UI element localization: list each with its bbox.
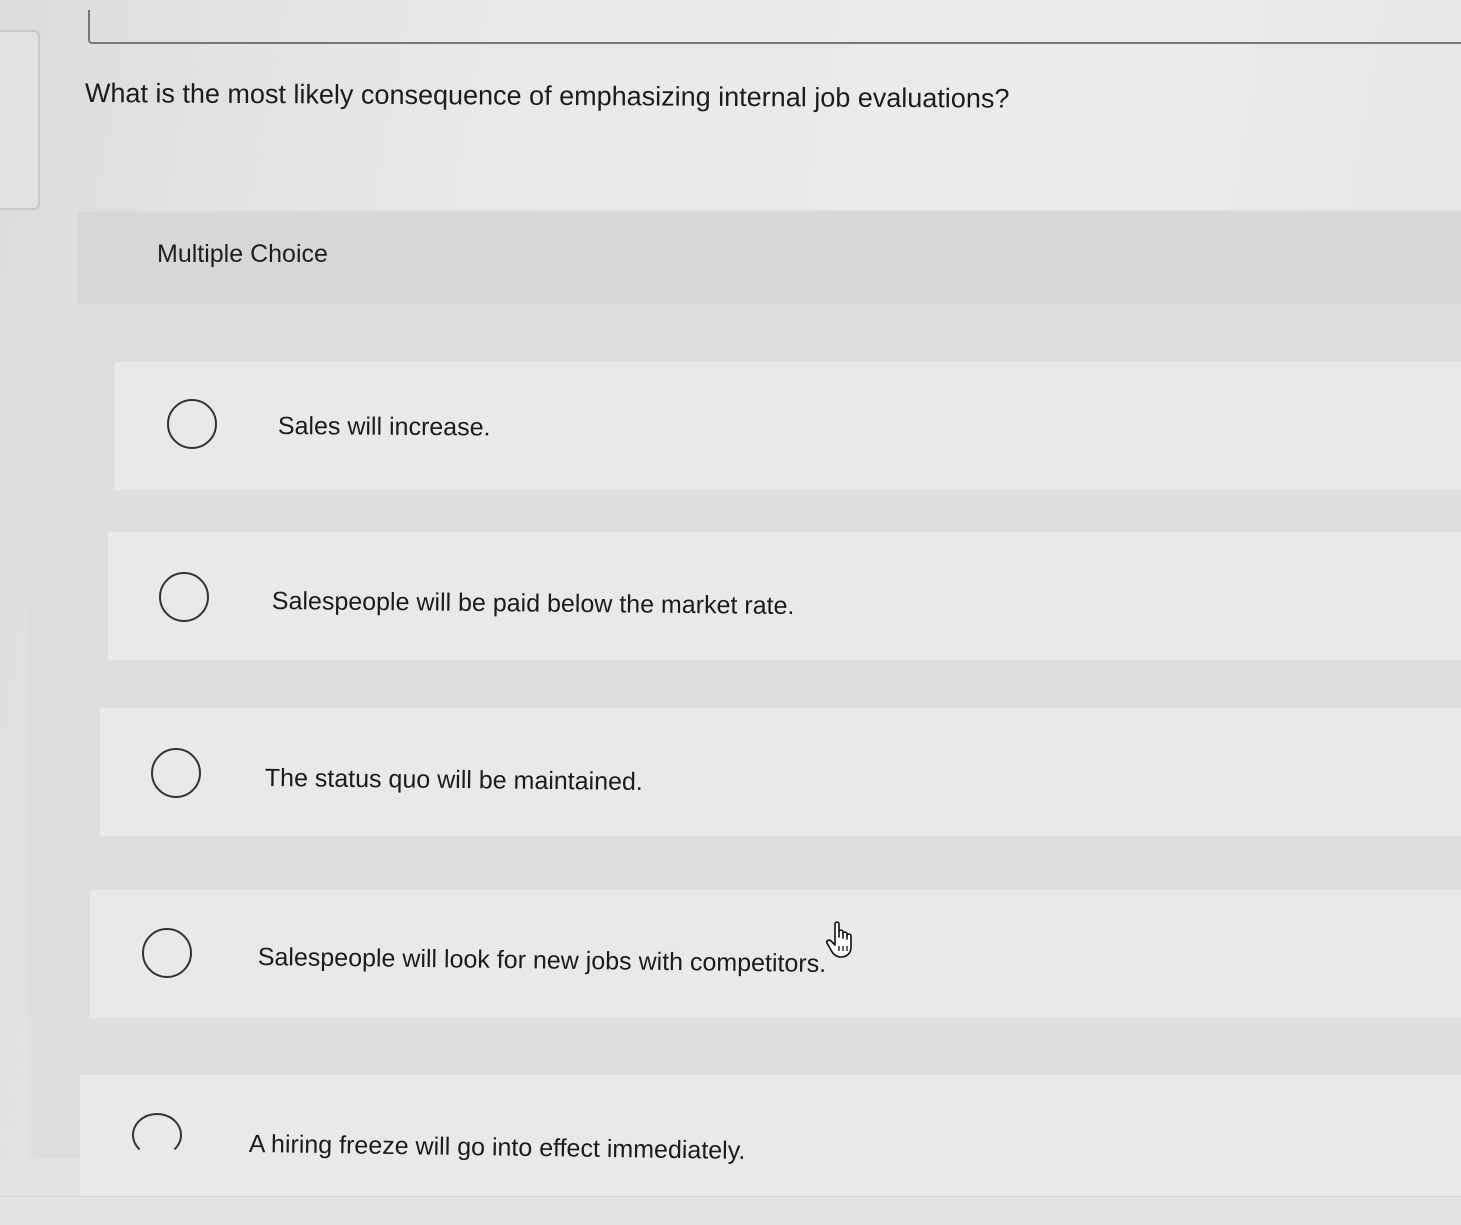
answer-option-1[interactable]: Sales will increase. [115, 362, 1461, 490]
question-text: What is the most likely consequence of e… [84, 78, 1010, 114]
radio-button-icon[interactable] [132, 1113, 182, 1157]
radio-button-icon[interactable] [159, 572, 209, 622]
hand-pointer-icon [826, 921, 852, 958]
answer-option-3[interactable]: The status quo will be maintained. [100, 708, 1461, 836]
answer-option-label: A hiring freeze will go into effect imme… [248, 1130, 746, 1165]
answer-option-4[interactable]: Salespeople will look for new jobs with … [90, 890, 1461, 1018]
radio-button-icon[interactable] [151, 748, 201, 798]
answer-option-label: Salespeople will look for new jobs with … [257, 943, 827, 978]
answer-option-2[interactable]: Salespeople will be paid below the marke… [108, 532, 1461, 660]
side-panel-edge [0, 30, 40, 210]
answer-option-label: Salespeople will be paid below the marke… [271, 587, 795, 621]
radio-button-icon[interactable] [142, 928, 192, 978]
page-bottom-edge [0, 1196, 1461, 1225]
question-header-bar [88, 10, 1461, 44]
question-type-label: Multiple Choice [157, 240, 328, 268]
answer-option-label: The status quo will be maintained. [264, 764, 643, 796]
answer-option-label: Sales will increase. [277, 412, 491, 442]
radio-button-icon[interactable] [167, 399, 217, 449]
